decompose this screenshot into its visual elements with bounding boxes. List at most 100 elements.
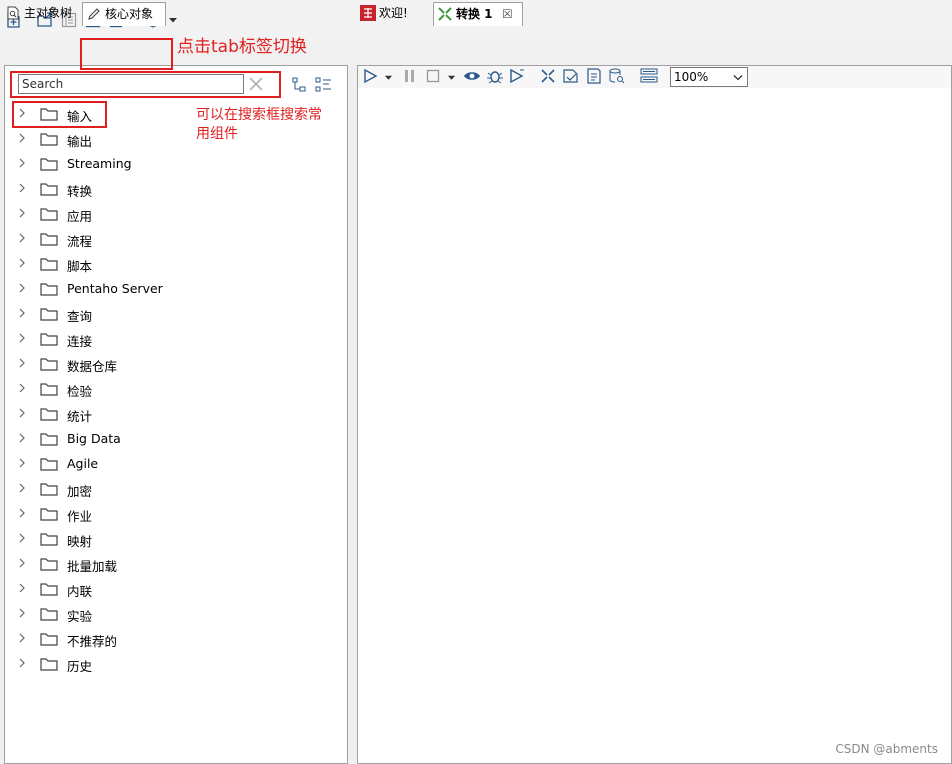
chevron-right-icon[interactable] (18, 208, 26, 218)
chevron-right-icon[interactable] (18, 633, 26, 643)
tree-item-label: 转换 (67, 184, 93, 199)
run-dropdown-icon[interactable] (384, 73, 393, 82)
tree-item[interactable]: 检验 (14, 378, 344, 400)
chevron-right-icon[interactable] (18, 558, 26, 568)
list-view-icon[interactable] (315, 77, 333, 93)
chevron-right-icon[interactable] (18, 133, 26, 143)
stop-icon[interactable] (425, 68, 441, 84)
tree-item[interactable]: 映射 (14, 528, 344, 550)
chevron-right-icon[interactable] (18, 433, 26, 443)
tab-welcome[interactable]: 欢迎! (357, 2, 429, 24)
pause-icon[interactable] (402, 68, 418, 84)
folder-icon (40, 132, 58, 146)
tree-item[interactable]: 内联 (14, 578, 344, 600)
zoom-select[interactable]: 100% (670, 67, 748, 87)
verify-icon[interactable] (540, 68, 558, 84)
chevron-right-icon[interactable] (18, 533, 26, 543)
impact-analysis-icon[interactable] (562, 68, 580, 84)
folder-icon (40, 532, 58, 546)
tree-item-label: 不推荐的 (67, 634, 118, 649)
tab-label: 主对象树 (24, 6, 73, 20)
tab-transformation-1[interactable]: 转换 1 ☒ (433, 2, 523, 26)
pencil-icon (87, 7, 101, 21)
run-icon[interactable] (362, 68, 378, 84)
tree-item[interactable]: 转换 (14, 178, 344, 200)
tree-item-label: 查询 (67, 309, 93, 324)
chevron-right-icon[interactable] (18, 458, 26, 468)
tree-item-label: 脚本 (67, 259, 93, 274)
tree-item[interactable]: 统计 (14, 403, 344, 425)
folder-icon (40, 432, 58, 446)
tree-item-label: 内联 (67, 584, 93, 599)
chevron-right-icon[interactable] (18, 508, 26, 518)
tree-item[interactable]: 历史 (14, 653, 344, 675)
tree-item-label: 输出 (67, 134, 93, 149)
tree-item[interactable]: Streaming (14, 153, 344, 175)
tree-item[interactable]: 数据仓库 (14, 353, 344, 375)
tree-item[interactable]: 脚本 (14, 253, 344, 275)
tree-item-label: Agile (67, 456, 99, 471)
show-results-icon[interactable] (640, 68, 658, 84)
watermark: CSDN @abments (835, 742, 938, 756)
annotation-line: 可以在搜索框搜索常 (196, 107, 322, 123)
tree-item-label: Big Data (67, 431, 121, 446)
folder-icon (40, 257, 58, 271)
chevron-right-icon[interactable] (18, 233, 26, 243)
tree-item[interactable]: 不推荐的 (14, 628, 344, 650)
folder-icon (40, 582, 58, 596)
tree-item[interactable]: Pentaho Server (14, 278, 344, 300)
tree-item[interactable]: 连接 (14, 328, 344, 350)
canvas-panel (357, 41, 952, 764)
chevron-right-icon[interactable] (18, 583, 26, 593)
tree-item-label: 批量加载 (67, 559, 118, 574)
folder-icon (40, 107, 58, 121)
tree-item-label: 历史 (67, 659, 93, 674)
tree-view-icon[interactable] (292, 77, 308, 93)
tree-item[interactable]: 批量加载 (14, 553, 344, 575)
document-search-icon (6, 6, 20, 20)
chevron-right-icon[interactable] (18, 483, 26, 493)
tree-item-label: 数据仓库 (67, 359, 118, 374)
tree-item[interactable]: Agile (14, 453, 344, 475)
chevron-right-icon[interactable] (18, 608, 26, 618)
preview-eye-icon[interactable] (463, 68, 481, 84)
tree-item-label: Streaming (67, 156, 132, 171)
tree-item[interactable]: 应用 (14, 203, 344, 225)
stop-dropdown-icon[interactable] (447, 73, 456, 82)
clear-search-icon[interactable] (248, 76, 264, 92)
chevron-right-icon[interactable] (18, 308, 26, 318)
tab-main-object-tree[interactable]: 主对象树 (2, 2, 78, 24)
tree-item-label: Pentaho Server (67, 281, 163, 296)
chevron-right-icon[interactable] (18, 183, 26, 193)
database-explore-icon[interactable] (608, 68, 626, 84)
chevron-right-icon[interactable] (18, 258, 26, 268)
chevron-right-icon[interactable] (18, 158, 26, 168)
right-tab-bar (357, 41, 952, 66)
tree-item[interactable]: 查询 (14, 303, 344, 325)
sql-icon[interactable] (585, 68, 603, 84)
tree-item[interactable]: 作业 (14, 503, 344, 525)
chevron-right-icon[interactable] (18, 108, 26, 118)
tab-label: 欢迎! (379, 6, 408, 20)
folder-icon (40, 307, 58, 321)
tree-item[interactable]: 加密 (14, 478, 344, 500)
search-input[interactable] (18, 74, 244, 94)
debug-bug-icon[interactable] (486, 68, 504, 84)
chevron-down-icon (733, 74, 743, 82)
close-tab-icon[interactable]: ☒ (502, 3, 513, 25)
chevron-right-icon[interactable] (18, 408, 26, 418)
folder-icon (40, 157, 58, 171)
chevron-right-icon[interactable] (18, 383, 26, 393)
chevron-right-icon[interactable] (18, 358, 26, 368)
chevron-right-icon[interactable] (18, 658, 26, 668)
chevron-right-icon[interactable] (18, 283, 26, 293)
tab-core-objects[interactable]: 核心对象 (82, 2, 166, 26)
tree-item[interactable]: 流程 (14, 228, 344, 250)
tab-label: 核心对象 (105, 7, 154, 21)
folder-icon (40, 357, 58, 371)
tree-item-label: 连接 (67, 334, 93, 349)
replay-icon[interactable] (508, 68, 526, 84)
tree-item[interactable]: Big Data (14, 428, 344, 450)
chevron-right-icon[interactable] (18, 333, 26, 343)
tree-item[interactable]: 实验 (14, 603, 344, 625)
